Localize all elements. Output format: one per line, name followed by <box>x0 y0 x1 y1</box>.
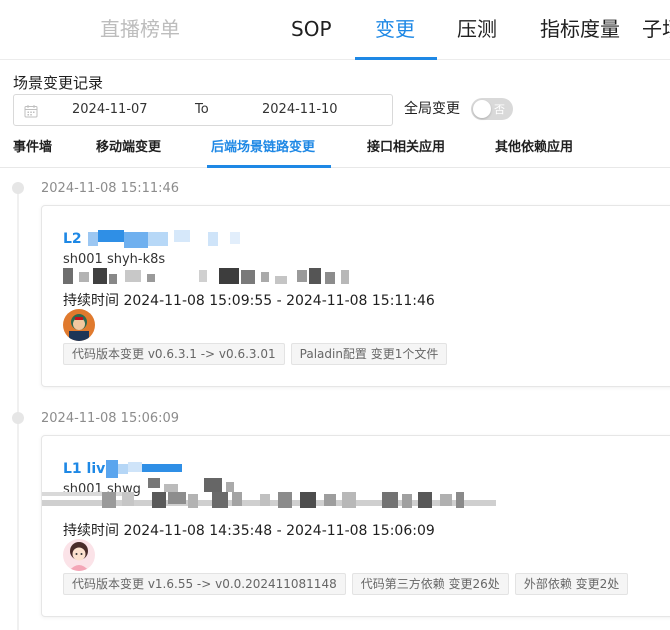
sub-tabs: 事件墙 移动端变更 后端场景链路变更 接口相关应用 其他依赖应用 <box>0 130 670 168</box>
avatar-image <box>63 539 95 571</box>
tab-backend-link-changes[interactable]: 后端场景链路变更 <box>211 138 315 158</box>
tab-other-dependency-apps[interactable]: 其他依赖应用 <box>495 138 573 158</box>
tab-mobile-changes[interactable]: 移动端变更 <box>96 138 161 158</box>
change-tag[interactable]: 外部依赖 变更2处 <box>514 573 629 595</box>
date-separator: To <box>195 102 209 117</box>
avatar[interactable] <box>63 539 95 571</box>
date-range-picker[interactable]: 2024-11-07 To 2024-11-10 <box>13 94 393 126</box>
avatar-image <box>63 309 95 341</box>
timeline-line <box>17 186 19 630</box>
global-change-label: 全局变更 <box>404 101 460 117</box>
nav-changes[interactable]: 变更 <box>375 15 415 43</box>
tab-interface-apps[interactable]: 接口相关应用 <box>367 138 445 158</box>
global-change-toggle[interactable]: 否 <box>471 98 513 120</box>
change-tag[interactable]: 代码第三方依赖 变更26处 <box>351 573 509 595</box>
timeline-dot <box>12 412 24 424</box>
nav-sop[interactable]: SOP <box>291 15 332 43</box>
date-end[interactable]: 2024-11-10 <box>262 102 338 117</box>
calendar-icon <box>24 105 38 118</box>
event-time: 2024-11-08 15:06:09 <box>41 411 180 426</box>
nav-stress-test[interactable]: 压测 <box>457 15 497 43</box>
avatar[interactable] <box>63 309 95 341</box>
event-time: 2024-11-08 15:11:46 <box>41 181 180 196</box>
nav-live-ranking[interactable]: 直播榜单 <box>100 15 180 43</box>
toggle-knob <box>473 100 491 118</box>
event-card: L1 live sh001 shwg 持续时间 2024-11-08 14:35… <box>41 435 670 617</box>
top-navigation: 直播榜单 SOP 变更 压测 指标度量 子场 <box>0 0 670 60</box>
sub-tab-active-indicator <box>207 165 331 168</box>
event-tags: 代码版本变更 v0.6.3.1 -> v0.6.3.01 Paladin配置 变… <box>63 343 448 365</box>
date-start[interactable]: 2024-11-07 <box>72 102 148 117</box>
event-duration: 持续时间 2024-11-08 14:35:48 - 2024-11-08 15… <box>63 523 435 539</box>
event-title[interactable]: L2 <box>63 231 82 247</box>
change-tag[interactable]: 代码版本变更 v1.6.55 -> v0.0.202411081148 <box>63 573 346 595</box>
nav-sub-scene[interactable]: 子场 <box>642 15 670 43</box>
section-title: 场景变更记录 <box>13 74 104 92</box>
timeline-dot <box>12 182 24 194</box>
event-tags: 代码版本变更 v1.6.55 -> v0.0.202411081148 代码第三… <box>63 573 629 595</box>
nav-metrics[interactable]: 指标度量 <box>540 15 620 43</box>
event-subtitle: sh001 shyh-k8s <box>63 252 166 267</box>
event-duration: 持续时间 2024-11-08 15:09:55 - 2024-11-08 15… <box>63 293 435 309</box>
change-tag[interactable]: Paladin配置 变更1个文件 <box>290 343 448 365</box>
change-tag[interactable]: 代码版本变更 v0.6.3.1 -> v0.6.3.01 <box>63 343 285 365</box>
tab-event-wall[interactable]: 事件墙 <box>13 138 52 158</box>
event-card: L2 sh001 shyh-k8s 持续时间 2024-11-08 15:09:… <box>41 205 670 387</box>
nav-active-indicator <box>355 57 437 60</box>
toggle-state-text: 否 <box>494 103 505 116</box>
